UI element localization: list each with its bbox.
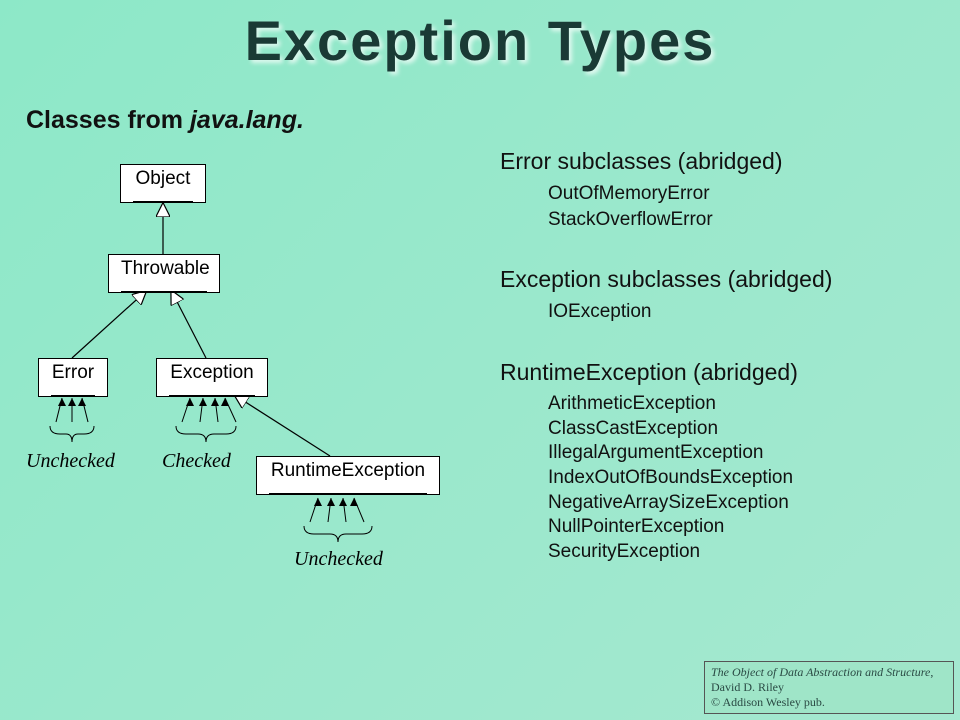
subtitle: Classes from java.lang. [26,106,304,135]
subtitle-package: java.lang. [190,106,304,134]
citation-copyright: © Addison Wesley pub. [711,695,825,709]
list-item: IndexOutOfBoundsException [548,466,940,491]
label-unchecked-error: Unchecked [26,450,115,473]
subtitle-prefix: Classes from [26,106,190,134]
uml-box-object: Object [120,164,206,203]
label-checked: Checked [162,450,231,473]
list-item: NullPointerException [548,515,940,540]
section-heading-runtime: RuntimeException (abridged) [500,359,940,386]
section-heading-error: Error subclasses (abridged) [500,148,940,175]
uml-box-label: RuntimeException [271,460,425,481]
uml-box-label: Object [136,168,191,189]
uml-box-throwable: Throwable [108,254,220,293]
subclass-lists: Error subclasses (abridged) OutOfMemoryE… [500,148,940,585]
list-item: IllegalArgumentException [548,441,940,466]
list-item: OutOfMemoryError [548,181,940,207]
section-items-runtime: ArithmeticException ClassCastException I… [548,392,940,565]
uml-box-error: Error [38,358,108,397]
page-title: Exception Types [0,8,960,73]
list-item: IOException [548,299,940,325]
list-item: StackOverflowError [548,207,940,233]
uml-box-runtimeexception: RuntimeException [256,456,440,495]
uml-box-label: Throwable [121,258,210,279]
section-items-exception: IOException [548,299,940,325]
citation-book-title: The Object of Data Abstraction and Struc… [711,665,930,679]
uml-box-label: Error [52,362,94,383]
citation-footer: The Object of Data Abstraction and Struc… [704,661,954,714]
uml-box-exception: Exception [156,358,268,397]
list-item: SecurityException [548,540,940,565]
section-items-error: OutOfMemoryError StackOverflowError [548,181,940,232]
list-item: ClassCastException [548,417,940,442]
label-unchecked-runtime: Unchecked [294,548,383,571]
uml-box-label: Exception [170,362,253,383]
list-item: NegativeArraySizeException [548,491,940,516]
uml-diagram: Object Throwable Error Exception Runtime… [0,150,480,610]
list-item: ArithmeticException [548,392,940,417]
section-heading-exception: Exception subclasses (abridged) [500,266,940,293]
